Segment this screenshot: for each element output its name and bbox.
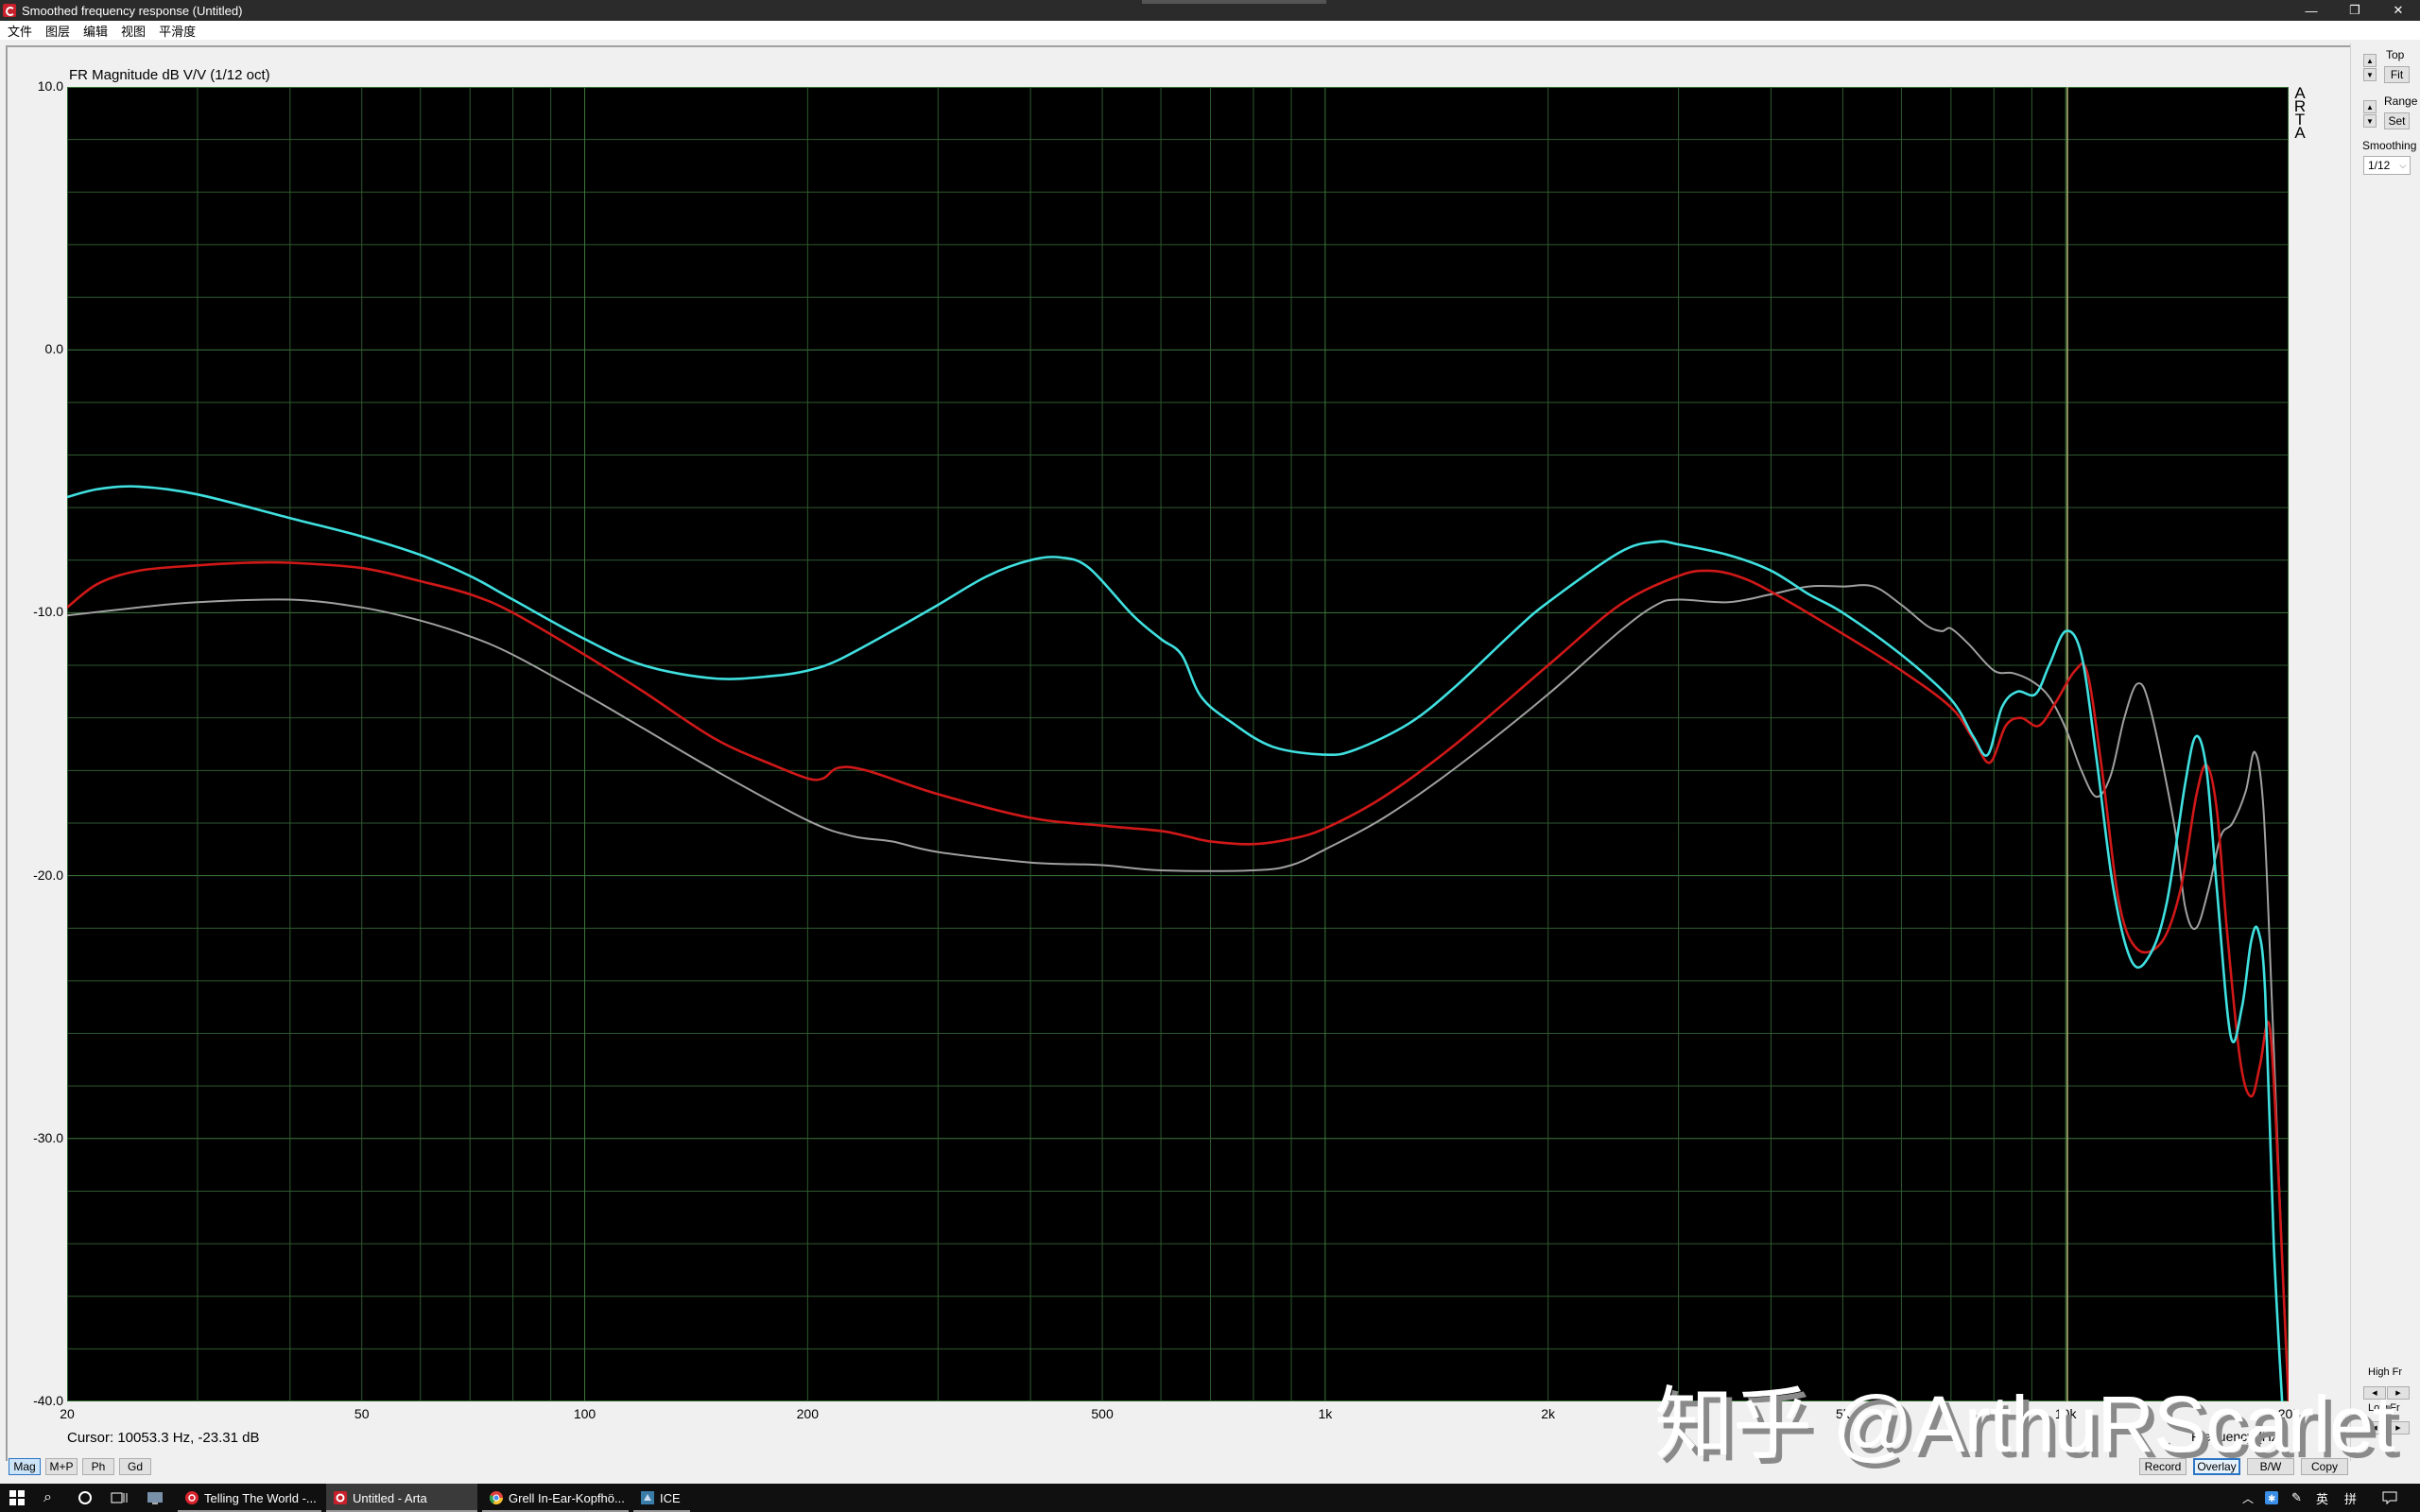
arta-letter: A: [2294, 124, 2306, 142]
set-button[interactable]: Set: [2384, 112, 2410, 129]
taskbar-app-ice[interactable]: ICE: [633, 1484, 690, 1512]
series-red-line: [67, 560, 2289, 1401]
x-tick-label: 1k: [1318, 1406, 1333, 1421]
notification-icon[interactable]: [2382, 1484, 2397, 1512]
menu-layer[interactable]: 图层: [38, 22, 76, 40]
task-view-icon[interactable]: [111, 1484, 128, 1512]
taskbar: ⌕ Telling The World -... Untitled - Arta…: [0, 1484, 2420, 1512]
series-gray-line: [67, 584, 2289, 1401]
top-down-spin[interactable]: ▼: [2363, 68, 2377, 81]
pen-icon[interactable]: ✎: [2291, 1484, 2302, 1512]
close-button[interactable]: ✕: [2377, 0, 2420, 21]
y-tick-label: -10.0: [33, 604, 63, 620]
x-tick-label: 200: [796, 1406, 820, 1421]
titlebar-drag-indicator: [1142, 0, 1326, 4]
window-title: Smoothed frequency response (Untitled): [22, 3, 243, 18]
taskbar-app-arta[interactable]: Untitled - Arta: [326, 1484, 477, 1512]
arta-logo: A R T A: [2293, 85, 2307, 142]
group-delay-button[interactable]: Gd: [119, 1458, 151, 1475]
chevron-down-icon: ⌵: [2399, 160, 2407, 170]
minimize-button[interactable]: —: [2290, 0, 2333, 21]
y-tick-label: 10.0: [37, 78, 63, 94]
tray-app-icon[interactable]: ✱: [2265, 1484, 2278, 1512]
smoothing-select[interactable]: 1/12 ⌵: [2363, 156, 2411, 175]
x-tick-label: 50: [354, 1406, 370, 1421]
y-tick-label: -20.0: [33, 867, 63, 883]
svg-text:✱: ✱: [2268, 1494, 2275, 1504]
arta-app-icon: [3, 4, 16, 17]
top-up-spin[interactable]: ▲: [2363, 54, 2377, 67]
range-label: Range: [2384, 94, 2418, 108]
windows-start-icon[interactable]: [9, 1484, 25, 1512]
chart-title: FR Magnitude dB V/V (1/12 oct): [69, 67, 270, 83]
pinned-app-icon[interactable]: [147, 1484, 164, 1512]
top-label: Top: [2386, 48, 2405, 61]
ice-icon: [641, 1491, 654, 1504]
ime-mode[interactable]: 拼: [2344, 1484, 2357, 1512]
taskbar-app-label: Untitled - Arta: [353, 1490, 427, 1505]
chrome-icon: [490, 1491, 503, 1504]
y-tick-label: 0.0: [44, 341, 63, 357]
menu-edit[interactable]: 编辑: [76, 22, 113, 40]
cortana-icon[interactable]: [78, 1484, 93, 1512]
taskbar-app-chrome[interactable]: Grell In-Ear-Kopfhö...: [482, 1484, 629, 1512]
y-tick-label: -30.0: [33, 1129, 63, 1145]
taskbar-app-label: Grell In-Ear-Kopfhö...: [509, 1490, 625, 1505]
x-tick-label: 2k: [1541, 1406, 1556, 1421]
ime-language[interactable]: 英: [2316, 1484, 2328, 1512]
frequency-response-chart[interactable]: [67, 87, 2289, 1401]
range-down-spin[interactable]: ▼: [2363, 114, 2377, 128]
taskbar-app-label: ICE: [660, 1490, 681, 1505]
fit-button[interactable]: Fit: [2384, 66, 2410, 83]
series-cyan-line: [67, 485, 2284, 1401]
x-tick-label: 20: [60, 1406, 75, 1421]
mp-button[interactable]: M+P: [45, 1458, 78, 1475]
window-titlebar: Smoothed frequency response (Untitled) —…: [0, 0, 2420, 21]
menu-view[interactable]: 视图: [113, 22, 151, 40]
side-panel: [2350, 43, 2420, 1461]
x-tick-label: 100: [573, 1406, 596, 1421]
watermark-text: 知乎 @ArthuRScarlet: [1654, 1380, 2394, 1469]
x-tick-label: 500: [1091, 1406, 1114, 1421]
cursor-readout: Cursor: 10053.3 Hz, -23.31 dB: [67, 1430, 260, 1446]
menu-smoothing[interactable]: 平滑度: [151, 22, 201, 40]
taskbar-app-label: Telling The World -...: [204, 1490, 317, 1505]
restore-button[interactable]: ❐: [2333, 0, 2377, 21]
menu-file[interactable]: 文件: [0, 22, 38, 40]
smoothing-label: Smoothing: [2362, 139, 2417, 152]
taskbar-app-music[interactable]: Telling The World -...: [178, 1484, 321, 1512]
arta-icon: [334, 1491, 347, 1504]
netease-music-icon: [185, 1491, 199, 1504]
menu-bar: 文件 图层 编辑 视图 平滑度: [0, 21, 2420, 40]
tray-chevron-up-icon[interactable]: ︿: [2242, 1484, 2254, 1512]
phase-button[interactable]: Ph: [82, 1458, 114, 1475]
search-icon[interactable]: ⌕: [43, 1484, 52, 1512]
mag-button[interactable]: Mag: [9, 1458, 41, 1475]
range-up-spin[interactable]: ▲: [2363, 100, 2377, 113]
y-tick-label: -40.0: [33, 1393, 63, 1408]
smoothing-value: 1/12: [2368, 159, 2391, 172]
